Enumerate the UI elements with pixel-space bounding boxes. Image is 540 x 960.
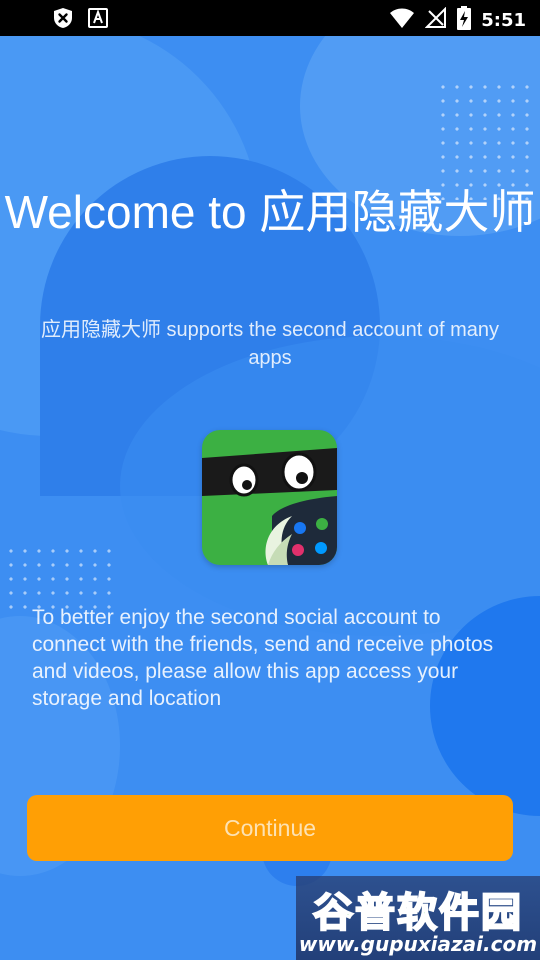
status-right-icons: 5:51: [389, 6, 526, 34]
watermark-url: www.gupuxiazai.com: [298, 932, 538, 956]
dot-pattern: [436, 80, 536, 200]
watermark: 谷普软件园 www.gupuxiazai.com: [296, 876, 540, 960]
permission-description: To better enjoy the second social accoun…: [32, 606, 494, 710]
shield-x-icon: [52, 7, 74, 33]
status-left-icons: [52, 7, 108, 33]
app-icon: [202, 430, 337, 565]
a-box-icon: [88, 7, 108, 33]
status-bar: 5:51: [0, 0, 540, 36]
page-title: Welcome to 应用隐藏大师: [4, 186, 536, 238]
watermark-title: 谷普软件园: [312, 889, 523, 937]
battery-charging-icon: [457, 6, 472, 34]
no-signal-icon: [424, 6, 447, 33]
page-subtitle: 应用隐藏大师 supports the second account of ma…: [41, 319, 499, 369]
continue-button[interactable]: Continue: [27, 795, 513, 861]
wifi-icon: [389, 7, 415, 33]
status-time: 5:51: [481, 9, 526, 31]
